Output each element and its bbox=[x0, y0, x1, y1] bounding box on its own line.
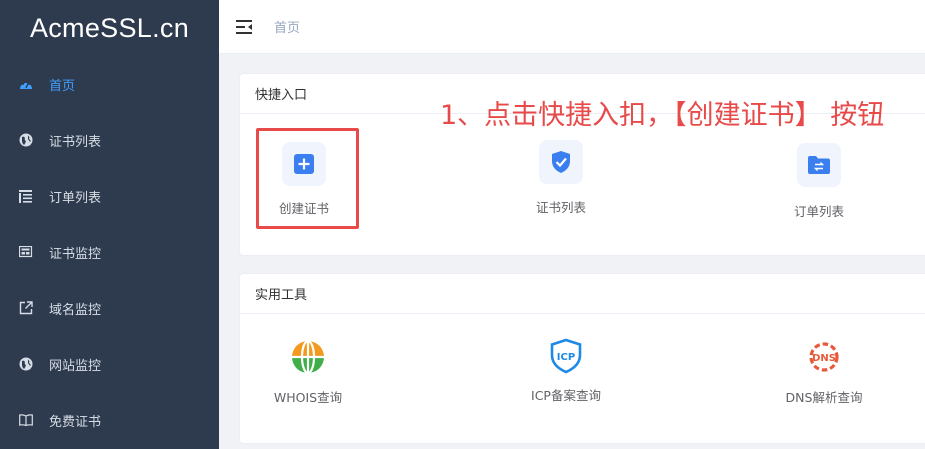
sidebar-item-cert-monitor[interactable]: 证书监控 bbox=[0, 224, 219, 280]
tools-title: 实用工具 bbox=[240, 274, 925, 314]
quick-entry-label: 证书列表 bbox=[535, 200, 586, 215]
folder-transfer-icon bbox=[797, 143, 841, 187]
dns-gear-icon: DNS bbox=[807, 340, 841, 378]
list-icon bbox=[19, 189, 33, 203]
tool-label: WHOIS查询 bbox=[273, 390, 343, 405]
quick-entry-label: 订单列表 bbox=[793, 204, 844, 219]
breadcrumb[interactable]: 首页 bbox=[274, 17, 300, 36]
tool-icp[interactable]: ICP ICP备案查询 bbox=[520, 338, 612, 404]
tool-label: ICP备案查询 bbox=[531, 388, 601, 403]
sidebar-item-label: 网站监控 bbox=[49, 358, 102, 374]
shield-check-icon bbox=[539, 140, 583, 184]
monitor-icon bbox=[19, 245, 33, 259]
external-link-icon bbox=[19, 301, 33, 315]
menu-fold-icon[interactable] bbox=[235, 18, 253, 36]
sidebar-item-label: 免费证书 bbox=[49, 414, 102, 430]
app-logo: AcmeSSL.cn bbox=[29, 12, 190, 43]
sidebar-item-label: 首页 bbox=[49, 78, 76, 94]
sidebar-item-label: 域名监控 bbox=[49, 302, 102, 318]
sidebar-item-site-monitor[interactable]: 网站监控 bbox=[0, 336, 219, 392]
sidebar-menu: 首页 证书列表 订单列表 证书监控 域名监控 网站监控 免费证书 bbox=[0, 56, 219, 448]
sidebar-item-label: 证书列表 bbox=[49, 134, 102, 150]
sidebar-item-label: 证书监控 bbox=[49, 246, 102, 262]
quick-cert-list[interactable]: 证书列表 bbox=[523, 140, 599, 216]
highlight-box bbox=[256, 128, 359, 229]
top-header: 首页 bbox=[219, 0, 925, 54]
tools-card: 实用工具 WHOIS查询 ICP ICP备案查询 DNS DNS解析查询 bbox=[239, 273, 925, 444]
quick-order-list[interactable]: 订单列表 bbox=[781, 143, 857, 220]
globe-icon bbox=[19, 357, 33, 371]
tutorial-annotation: 1、点击快捷入扣，【创建证书】 按钮 bbox=[440, 100, 885, 131]
svg-text:DNS: DNS bbox=[812, 353, 836, 364]
dashboard-icon bbox=[19, 77, 33, 91]
icp-shield-icon: ICP bbox=[549, 338, 583, 378]
globe-icon bbox=[19, 133, 33, 147]
sidebar-item-order-list[interactable]: 订单列表 bbox=[0, 168, 219, 224]
sidebar-item-home[interactable]: 首页 bbox=[0, 56, 219, 112]
sidebar: AcmeSSL.cn 首页 证书列表 订单列表 证书监控 域名监控 网站监控 免… bbox=[0, 0, 219, 449]
tool-dns[interactable]: DNS DNS解析查询 bbox=[778, 340, 870, 406]
tool-label: DNS解析查询 bbox=[785, 390, 863, 405]
whois-globe-icon bbox=[291, 339, 325, 378]
sidebar-item-label: 订单列表 bbox=[49, 190, 102, 206]
book-icon bbox=[19, 413, 33, 427]
sidebar-item-cert-list[interactable]: 证书列表 bbox=[0, 112, 219, 168]
svg-text:ICP: ICP bbox=[557, 352, 575, 363]
sidebar-item-domain-monitor[interactable]: 域名监控 bbox=[0, 280, 219, 336]
tool-whois[interactable]: WHOIS查询 bbox=[262, 339, 354, 406]
sidebar-item-free-cert[interactable]: 免费证书 bbox=[0, 392, 219, 448]
